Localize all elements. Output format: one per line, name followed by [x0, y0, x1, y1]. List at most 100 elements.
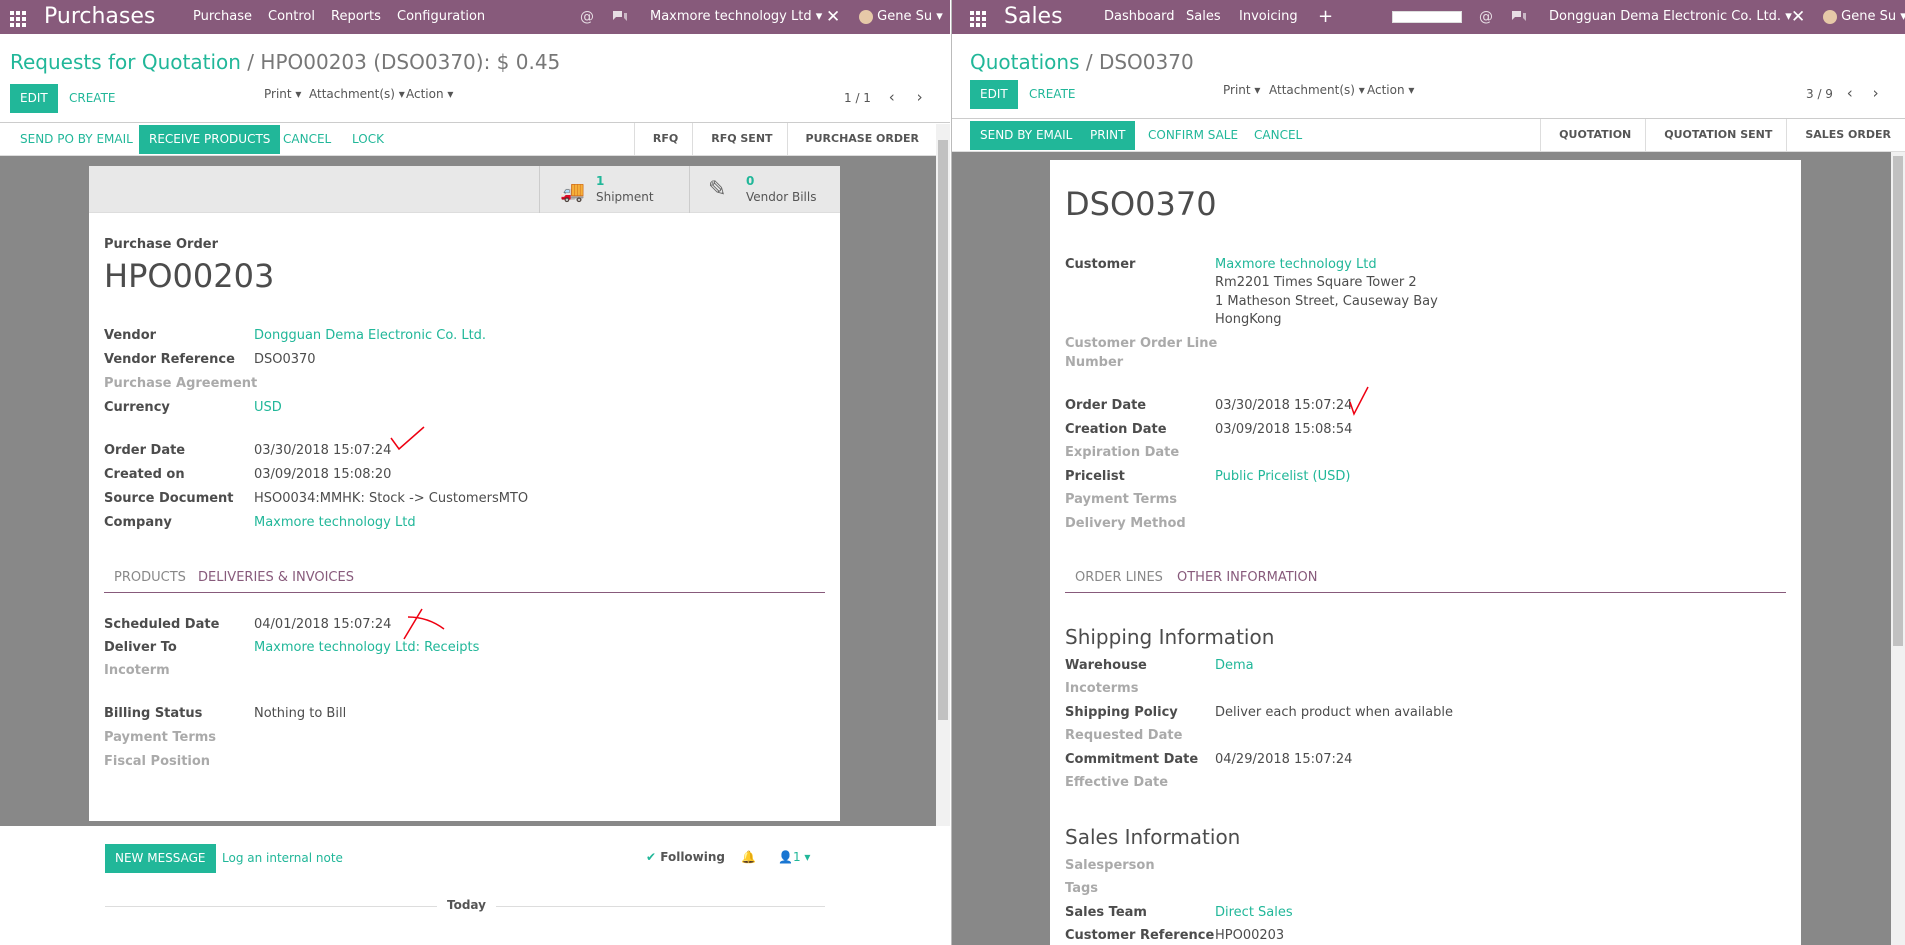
breadcrumb: Quotations / DSO0370 [970, 50, 1194, 74]
cancel-button[interactable]: CANCEL [283, 125, 331, 154]
edit-button[interactable]: EDIT [970, 80, 1018, 109]
new-message-button[interactable]: NEW MESSAGE [105, 844, 216, 873]
shipment-smart-button[interactable]: 🚚 1 Shipment [539, 166, 689, 213]
user-menu[interactable]: Gene Su ▾ [859, 0, 943, 34]
create-button[interactable]: CREATE [69, 84, 116, 113]
debug-icon[interactable]: ✕ [1791, 0, 1805, 34]
company-switcher[interactable]: Dongguan Dema Electronic Co. Ltd. ▾ [1549, 0, 1792, 34]
company-link[interactable]: Maxmore technology Ltd [254, 515, 416, 530]
stage-quotation-sent[interactable]: QUOTATION SENT [1645, 119, 1787, 151]
send-by-email-button[interactable]: SEND BY EMAIL [970, 121, 1083, 150]
plus-icon[interactable]: + [1318, 0, 1333, 34]
send-po-button[interactable]: SEND PO BY EMAIL [20, 125, 133, 154]
menu-sales[interactable]: Sales [1186, 0, 1221, 34]
stage-sales-order[interactable]: SALES ORDER [1786, 119, 1905, 151]
pricelist-link[interactable]: Public Pricelist (USD) [1215, 469, 1350, 484]
attachments-dropdown[interactable]: Attachment(s) ▾ [1269, 83, 1365, 97]
statusbar: SEND BY EMAIL PRINT CONFIRM SALE CANCEL … [952, 119, 1905, 152]
apps-menu-icon[interactable] [970, 11, 986, 27]
vendor-bills-smart-button[interactable]: ✎ 0 Vendor Bills [689, 166, 840, 213]
apps-menu-icon[interactable] [10, 11, 26, 27]
customer-order-line-label-2: Number [1065, 355, 1124, 370]
breadcrumb-parent[interactable]: Quotations [970, 50, 1079, 74]
source-label: Source Document [104, 491, 234, 506]
top-navbar: Sales Dashboard Sales Invoicing + @ Dong… [952, 0, 1905, 34]
order-date-value: 03/30/2018 15:07:24 [254, 443, 392, 458]
tab-order-lines[interactable]: ORDER LINES [1075, 570, 1163, 585]
user-icon: 👤 [778, 850, 793, 864]
billing-status-value: Nothing to Bill [254, 706, 347, 721]
breadcrumb-sep: / [247, 50, 255, 74]
chat-icon[interactable] [1511, 0, 1527, 34]
pager-value[interactable]: 1 / 1 [844, 91, 871, 105]
sales-window: Sales Dashboard Sales Invoicing + @ Dong… [951, 0, 1905, 945]
breadcrumb-parent[interactable]: Requests for Quotation [10, 50, 241, 74]
print-button[interactable]: PRINT [1080, 121, 1136, 150]
requested-date-label: Requested Date [1065, 728, 1183, 743]
receive-products-button[interactable]: RECEIVE PRODUCTS [139, 125, 281, 154]
mention-icon[interactable]: @ [1479, 0, 1493, 34]
customer-label: Customer [1065, 257, 1136, 272]
menu-reports[interactable]: Reports [331, 0, 381, 34]
lock-button[interactable]: LOCK [352, 125, 384, 154]
print-dropdown[interactable]: Print ▾ [1223, 83, 1260, 97]
stage-quotation[interactable]: QUOTATION [1540, 119, 1646, 151]
customer-link[interactable]: Maxmore technology Ltd [1215, 257, 1377, 272]
attachments-dropdown[interactable]: Attachment(s) ▾ [309, 87, 405, 101]
effective-date-label: Effective Date [1065, 775, 1169, 790]
scrollbar[interactable] [1891, 152, 1905, 945]
tab-other-information[interactable]: OTHER INFORMATION [1177, 570, 1317, 585]
menu-invoicing[interactable]: Invoicing [1239, 0, 1298, 34]
incoterms-label: Incoterms [1065, 681, 1139, 696]
edit-button[interactable]: EDIT [10, 84, 58, 113]
truck-icon: 🚚 [560, 179, 585, 203]
menu-configuration[interactable]: Configuration [397, 0, 485, 34]
warehouse-link[interactable]: Dema [1215, 658, 1254, 673]
menu-control[interactable]: Control [268, 0, 315, 34]
pager-prev-icon[interactable]: ‹ [1847, 84, 1853, 102]
action-dropdown[interactable]: Action ▾ [1367, 83, 1414, 97]
log-note-button[interactable]: Log an internal note [222, 844, 343, 873]
currency-link[interactable]: USD [254, 400, 282, 415]
menu-purchase[interactable]: Purchase [193, 0, 252, 34]
stage-rfq[interactable]: RFQ [633, 123, 693, 155]
vendor-link[interactable]: Dongguan Dema Electronic Co. Ltd. [254, 328, 486, 343]
company-switcher[interactable]: Maxmore technology Ltd ▾ [650, 0, 822, 34]
pager-next-icon[interactable]: › [917, 88, 923, 106]
pager-prev-icon[interactable]: ‹ [889, 88, 895, 106]
menu-dashboard[interactable]: Dashboard [1104, 0, 1175, 34]
pager-next-icon[interactable]: › [1873, 84, 1879, 102]
search-box[interactable] [1392, 11, 1462, 23]
mention-icon[interactable]: @ [580, 0, 594, 34]
commitment-date-value: 04/29/2018 15:07:24 [1215, 752, 1353, 767]
followers-dropdown[interactable]: 👤1 ▾ [778, 850, 810, 864]
red-cross-annotation [403, 608, 445, 640]
scrollbar-thumb[interactable] [1893, 156, 1903, 646]
debug-icon[interactable]: ✕ [826, 0, 840, 34]
user-menu[interactable]: Gene Su ▾ [1823, 0, 1905, 34]
following-toggle[interactable]: ✔ Following 🔔 [646, 850, 756, 864]
notebook-tabs: PRODUCTS DELIVERIES & INVOICES [104, 565, 825, 593]
stage-purchase-order[interactable]: PURCHASE ORDER [786, 123, 933, 155]
sales-team-link[interactable]: Direct Sales [1215, 905, 1293, 920]
stage-rfq-sent[interactable]: RFQ SENT [692, 123, 787, 155]
scrollbar-thumb[interactable] [938, 140, 948, 720]
form-sheet: 🚚 1 Shipment ✎ 0 Vendor Bills Purchase O… [89, 166, 840, 821]
tab-deliveries-invoices[interactable]: DELIVERIES & INVOICES [198, 570, 354, 585]
scrollbar[interactable] [936, 124, 950, 826]
create-button[interactable]: CREATE [1029, 80, 1076, 109]
company-name: Maxmore technology Ltd [650, 9, 812, 24]
tab-products[interactable]: PRODUCTS [114, 570, 186, 585]
cancel-button[interactable]: CANCEL [1254, 121, 1302, 150]
breadcrumb-sep: / [1085, 50, 1093, 74]
check-icon: ✔ [646, 850, 657, 864]
customer-order-line-label-1: Customer Order Line [1065, 336, 1218, 351]
confirm-sale-button[interactable]: CONFIRM SALE [1148, 121, 1238, 150]
pager-value[interactable]: 3 / 9 [1806, 87, 1833, 101]
print-dropdown[interactable]: Print ▾ [264, 87, 301, 101]
bell-icon[interactable]: 🔔 [741, 850, 756, 864]
chat-icon[interactable] [612, 0, 628, 34]
expiration-date-label: Expiration Date [1065, 445, 1180, 460]
payment-terms-label: Payment Terms [1065, 492, 1178, 507]
action-dropdown[interactable]: Action ▾ [406, 87, 453, 101]
